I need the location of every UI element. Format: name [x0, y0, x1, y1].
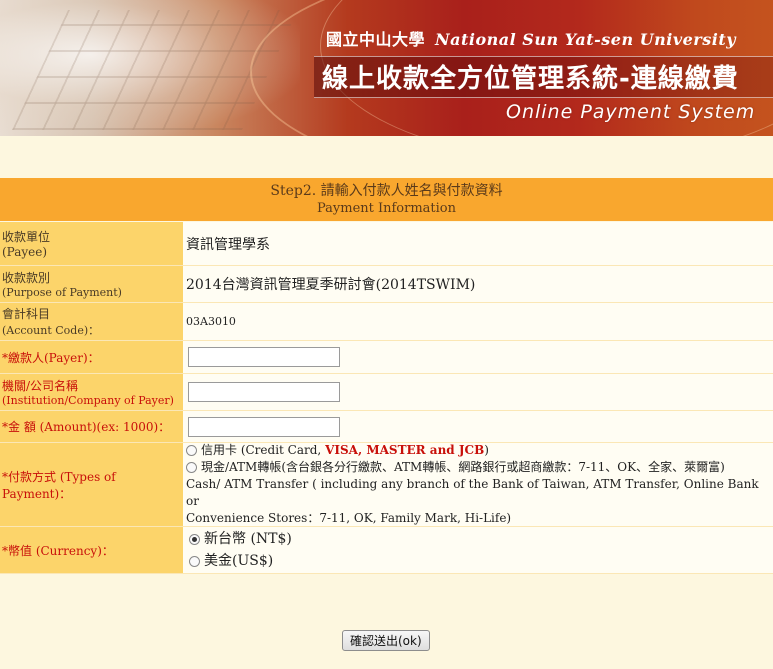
payment-type-label-text: *付款方式 (Types of Payment)：	[2, 469, 116, 501]
university-name: 國立中山大學 National Sun Yat-sen University	[326, 26, 736, 50]
payment-option-cash[interactable]: 現金/ATM轉帳(含台銀各分行繳款、ATM轉帳、網路銀行或超商繳款：7-11、O…	[186, 459, 725, 476]
account-label-zh: 會計科目	[2, 307, 51, 321]
currency-label-text: *幣值 (Currency)：	[2, 543, 114, 558]
payment-type-row: *付款方式 (Types of Payment)： 信用卡 (Credit Ca…	[0, 443, 773, 527]
amount-label-text: *金 額 (Amount)(ex: 1000)：	[2, 420, 171, 434]
university-name-en: National Sun Yat-sen University	[435, 30, 736, 49]
system-title: 線上收款全方位管理系統-連線繳費	[322, 64, 739, 94]
account-label-en: (Account Code)：	[2, 324, 100, 337]
amount-row: *金 額 (Amount)(ex: 1000)：	[0, 411, 773, 443]
payer-label-text: *繳款人(Payer)：	[2, 350, 100, 365]
account-value: 03A3010	[183, 303, 773, 340]
payee-label: 收款單位 (Payee)	[0, 222, 183, 265]
institution-cell	[183, 374, 773, 410]
payer-input[interactable]	[188, 347, 340, 367]
payee-value: 資訊管理學系	[183, 222, 773, 265]
payer-cell	[183, 341, 773, 373]
currency-options: 新台幣 (NT$) 美金(US$)	[183, 527, 773, 573]
payee-label-zh: 收款單位	[2, 230, 51, 244]
institution-input[interactable]	[188, 382, 340, 402]
credit-card-label: 信用卡 (Credit Card,	[201, 443, 326, 457]
purpose-label-en: (Purpose of Payment)	[2, 286, 122, 299]
purpose-value: 2014台灣資訊管理夏季研討會(2014TSWIM)	[183, 266, 773, 302]
purpose-row: 收款款別 (Purpose of Payment) 2014台灣資訊管理夏季研討…	[0, 266, 773, 303]
account-row: 會計科目 (Account Code)： 03A3010	[0, 303, 773, 341]
payer-label: *繳款人(Payer)：	[0, 341, 183, 373]
step-title-en: Payment Information	[316, 201, 457, 216]
purpose-label-zh: 收款款別	[2, 271, 51, 285]
amount-cell	[183, 411, 773, 442]
step-title-zh: Step2. 請輸入付款人姓名與付款資料	[270, 183, 503, 199]
payment-type-label: *付款方式 (Types of Payment)：	[0, 443, 183, 526]
account-label: 會計科目 (Account Code)：	[0, 303, 183, 340]
usd-radio[interactable]	[189, 555, 200, 567]
payee-row: 收款單位 (Payee) 資訊管理學系	[0, 222, 773, 266]
purpose-label: 收款款別 (Purpose of Payment)	[0, 266, 183, 302]
payment-form: 收款單位 (Payee) 資訊管理學系 收款款別 (Purpose of Pay…	[0, 222, 773, 574]
credit-card-suffix: )	[484, 443, 489, 457]
institution-row: 機關/公司名稱 (Institution/Company of Payer)	[0, 374, 773, 411]
payee-label-en: (Payee)	[2, 245, 48, 259]
institution-label: 機關/公司名稱 (Institution/Company of Payer)	[0, 374, 183, 410]
institution-label-zh: 機關/公司名稱	[2, 379, 79, 393]
currency-label: *幣值 (Currency)：	[0, 527, 183, 573]
university-name-zh: 國立中山大學	[326, 30, 426, 49]
institution-label-en: (Institution/Company of Payer)	[2, 394, 174, 407]
currency-row: *幣值 (Currency)： 新台幣 (NT$) 美金(US$)	[0, 527, 773, 574]
cash-atm-label-zh: 現金/ATM轉帳(含台銀各分行繳款、ATM轉帳、網路銀行或超商繳款：7-11、O…	[201, 460, 725, 474]
payment-type-options: 信用卡 (Credit Card, VISA, MASTER and JCB) …	[183, 443, 773, 526]
header-banner: 國立中山大學 National Sun Yat-sen University 線上…	[0, 0, 773, 136]
credit-card-radio[interactable]	[186, 445, 197, 456]
cash-atm-label-en-1: Cash/ ATM Transfer ( including any branc…	[186, 477, 759, 508]
cash-atm-radio[interactable]	[186, 462, 197, 473]
payment-option-credit[interactable]: 信用卡 (Credit Card, VISA, MASTER and JCB)	[186, 442, 489, 459]
step-header: Step2. 請輸入付款人姓名與付款資料 Payment Information	[0, 178, 773, 221]
usd-label: 美金(US$)	[204, 553, 274, 569]
payer-row: *繳款人(Payer)：	[0, 341, 773, 374]
currency-option-usd[interactable]: 美金(US$)	[189, 550, 273, 572]
ntd-label: 新台幣 (NT$)	[204, 531, 292, 547]
credit-card-brands: VISA, MASTER and JCB	[325, 443, 485, 457]
amount-input[interactable]	[188, 416, 340, 437]
submit-button[interactable]: 確認送出(ok)	[342, 630, 430, 651]
system-title-en: Online Payment System	[506, 101, 756, 123]
amount-label: *金 額 (Amount)(ex: 1000)：	[0, 411, 183, 442]
currency-option-ntd[interactable]: 新台幣 (NT$)	[189, 528, 292, 550]
cash-atm-label-en-2: Convenience Stores：7-11, OK, Family Mark…	[186, 511, 512, 525]
ntd-radio[interactable]	[189, 533, 200, 545]
